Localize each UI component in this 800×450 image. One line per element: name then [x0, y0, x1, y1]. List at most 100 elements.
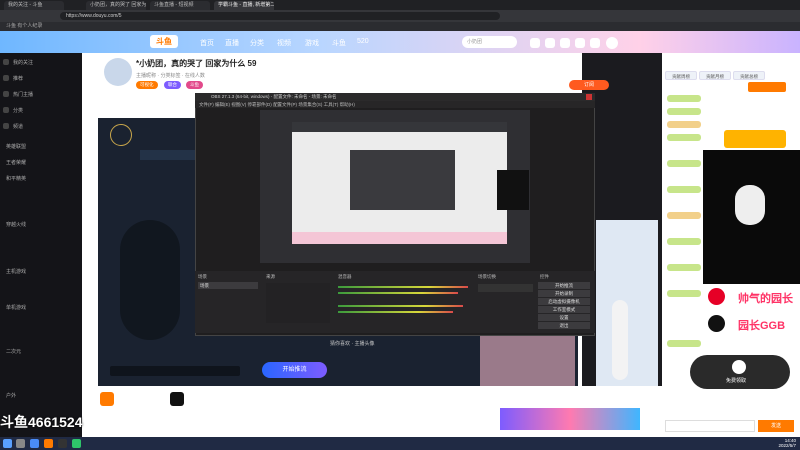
hot-icon: [3, 91, 9, 97]
obs-settings-button[interactable]: 设置: [538, 314, 590, 321]
chat-input[interactable]: [665, 420, 755, 432]
tab-rank-month[interactable]: 贡献月榜: [699, 71, 731, 80]
sidebar-item-channel[interactable]: 频道: [13, 123, 23, 130]
room-badge: 联合: [164, 81, 181, 89]
gift-banner: [724, 130, 786, 148]
tab-rank-week[interactable]: 贡献周榜: [665, 71, 697, 80]
browser-tab[interactable]: 我的关注 - 斗鱼: [4, 1, 64, 10]
search-icon[interactable]: [16, 439, 25, 448]
obs-menu-view[interactable]: 视图(V): [231, 102, 246, 107]
clock-date: 2022/5/7: [778, 443, 796, 448]
room-watermark: 斗鱼4661524: [0, 414, 83, 430]
room-title: *小奶团，真的哭了 回家为什么 59: [136, 59, 257, 68]
nav-520[interactable]: 520: [357, 38, 369, 45]
sidebar-item-following[interactable]: 我的关注: [13, 59, 33, 66]
site-logo[interactable]: 斗鱼: [150, 35, 178, 48]
obs-menu-scene-collection[interactable]: 场景集合(S): [298, 102, 322, 107]
close-icon[interactable]: [586, 94, 592, 100]
bookmarks-bar[interactable]: 斗鱼 有个人纪录: [0, 22, 800, 31]
category-icon: [3, 107, 9, 113]
wechat-icon[interactable]: [72, 439, 81, 448]
obs-menu-help[interactable]: 帮助(H): [340, 102, 355, 107]
person-figure: [612, 300, 628, 380]
chat-badge: [667, 290, 701, 297]
follow-icon[interactable]: [545, 38, 555, 48]
browser-tab[interactable]: 小奶团，真的哭了 回家为什么 - 斗鱼直播: [86, 1, 146, 10]
follow-button[interactable]: 订阅: [569, 80, 609, 90]
promo-button[interactable]: [748, 82, 786, 92]
sidebar-section[interactable]: 王者荣耀: [6, 159, 26, 166]
nav-category[interactable]: 分类: [250, 38, 264, 48]
chat-badge: [667, 340, 701, 347]
send-button[interactable]: 发送: [758, 420, 794, 432]
browser-tab[interactable]: 斗鱼直播 - 短视频: [150, 1, 210, 10]
obs-virtual-cam-button[interactable]: 启动虚拟摄像机: [538, 298, 590, 305]
scene-item[interactable]: 场景: [198, 282, 258, 289]
start-stream-button[interactable]: 开始推流: [262, 362, 327, 378]
audio-meter: [338, 286, 468, 288]
obs-title-bar: OBS 27.1.3 (64-bit, windows) - 配置文件: 未命名…: [195, 93, 595, 101]
chat-badge: [667, 238, 701, 245]
nav-live[interactable]: 直播: [225, 38, 239, 48]
sidebar-item-category[interactable]: 分类: [13, 107, 23, 114]
user-avatar[interactable]: [606, 37, 618, 49]
game-icon[interactable]: [575, 38, 585, 48]
obs-menu-profile[interactable]: 配置文件(P): [273, 102, 297, 107]
obs-menu-bar[interactable]: 文件(F) 编辑(E) 视图(V) 停靠部件(D) 配置文件(P) 场景集合(S…: [195, 101, 595, 108]
obs-taskbar-icon[interactable]: [58, 439, 67, 448]
site-header: [0, 31, 800, 53]
transition-select[interactable]: [478, 284, 533, 292]
audio-meter: [338, 305, 463, 307]
chat-badge: [667, 264, 701, 271]
chrome-icon[interactable]: [30, 439, 39, 448]
sources-list[interactable]: [266, 283, 330, 323]
windows-taskbar: [0, 437, 800, 450]
chat-badge: [667, 134, 701, 141]
browser-tab-active[interactable]: 学霸斗鱼 - 直播, 新增第二...: [214, 1, 274, 10]
sidebar-section[interactable]: 穿越火线: [6, 221, 26, 228]
streamer-avatar[interactable]: [104, 58, 132, 86]
sidebar-item-recommend[interactable]: 推荐: [13, 75, 23, 82]
sidebar-item-hot[interactable]: 热门主播: [13, 91, 33, 98]
gift-icons-strip[interactable]: [500, 408, 640, 430]
obs-start-record-button[interactable]: 开始录制: [538, 290, 590, 297]
follow-icon: [3, 59, 9, 65]
obs-exit-button[interactable]: 退出: [538, 322, 590, 329]
room-meta: 主播昵称 · 分类标签 · 在线人数: [136, 73, 205, 79]
history-icon[interactable]: [530, 38, 540, 48]
nav-home[interactable]: 首页: [200, 38, 214, 48]
sidebar-section[interactable]: 英雄联盟: [6, 143, 26, 150]
message-icon[interactable]: [560, 38, 570, 48]
nested-address-bar: [292, 122, 507, 132]
obs-start-stream-button[interactable]: 开始推流: [538, 282, 590, 289]
sidebar-section[interactable]: 二次元: [6, 348, 21, 355]
windows-start-icon[interactable]: [3, 439, 12, 448]
audio-meter: [338, 292, 458, 294]
chat-badge: [667, 212, 701, 219]
obs-dock-panel: [195, 271, 595, 333]
obs-menu-tools[interactable]: 工具(T): [324, 102, 339, 107]
obs-menu-edit[interactable]: 编辑(E): [215, 102, 230, 107]
sidebar-section[interactable]: 单机游戏: [6, 304, 26, 311]
sidebar-section[interactable]: 和平精英: [6, 175, 26, 182]
sidebar-section[interactable]: 户外: [6, 392, 16, 399]
room-badge: 斗鱼: [186, 81, 203, 89]
obs-menu-docks[interactable]: 停靠部件(D): [248, 102, 272, 107]
nav-video[interactable]: 视频: [277, 38, 291, 48]
webcam-face: [735, 185, 765, 225]
danmaku-input[interactable]: [110, 366, 240, 376]
nav-douyu[interactable]: 斗鱼: [332, 38, 346, 48]
game-logo-icon: [110, 124, 132, 146]
taskbar-clock[interactable]: 14:40 2022/5/7: [760, 438, 796, 448]
obs-menu-file[interactable]: 文件(F): [199, 102, 214, 107]
nav-game[interactable]: 游戏: [305, 38, 319, 48]
gift-claim-card[interactable]: 免费领取: [690, 355, 790, 389]
sidebar-section[interactable]: 主机游戏: [6, 268, 26, 275]
tab-rank-total[interactable]: 贡献总榜: [733, 71, 765, 80]
url-field[interactable]: https://www.douyu.com/5: [60, 12, 500, 20]
search-input[interactable]: 小奶团: [462, 36, 517, 48]
fish-fin-icon[interactable]: [590, 38, 600, 48]
nested-cam: [497, 170, 529, 210]
obs-studio-mode-button[interactable]: 工作室模式: [538, 306, 590, 313]
douyu-taskbar-icon[interactable]: [44, 439, 53, 448]
